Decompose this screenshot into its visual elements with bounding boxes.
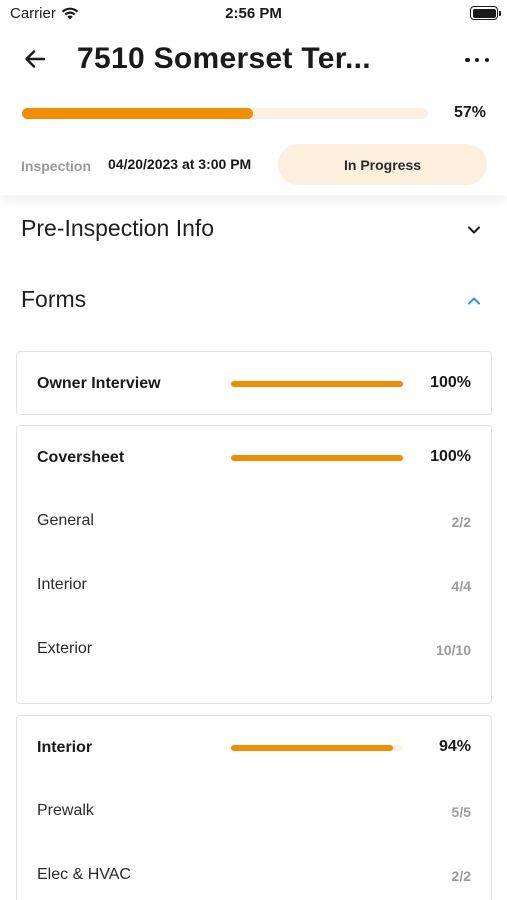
inspection-datetime: 04/20/2023 at 3:00 PM bbox=[108, 156, 252, 172]
status-badge[interactable]: In Progress bbox=[278, 144, 487, 185]
row-count: 2/2 bbox=[451, 514, 471, 530]
row-label: Exterior bbox=[37, 640, 93, 657]
chevron-up-icon bbox=[468, 297, 480, 305]
row-label: General bbox=[37, 512, 94, 529]
form-section-row-prewalk[interactable]: Prewalk 5/5 bbox=[17, 780, 491, 844]
form-title: Owner Interview bbox=[37, 375, 161, 392]
form-progress-bar bbox=[231, 381, 403, 387]
form-progress-percent: 100% bbox=[430, 374, 471, 391]
form-progress-percent: 94% bbox=[438, 738, 471, 755]
form-progress-percent: 100% bbox=[430, 448, 471, 465]
form-card-header[interactable]: Owner Interview 100% bbox=[17, 352, 491, 414]
forms-section-header[interactable]: Forms bbox=[0, 276, 507, 326]
form-card-interior: Interior 94% Prewalk 5/5 Elec & HVAC 2/2 bbox=[16, 715, 492, 900]
overall-progress-bar bbox=[22, 108, 428, 119]
form-progress-bar bbox=[231, 745, 403, 751]
clock: 2:56 PM bbox=[225, 5, 282, 22]
row-count: 2/2 bbox=[451, 868, 471, 884]
form-section-row-elec-hvac[interactable]: Elec & HVAC 2/2 bbox=[17, 844, 491, 900]
form-progress-fill bbox=[231, 745, 393, 751]
form-section-row-exterior[interactable]: Exterior 10/10 bbox=[17, 618, 491, 682]
form-card-coversheet: Coversheet 100% General 2/2 Interior 4/4… bbox=[16, 425, 492, 704]
form-progress-bar bbox=[231, 455, 403, 461]
page-title: 7510 Somerset Ter... bbox=[77, 42, 371, 75]
row-label: Interior bbox=[37, 576, 87, 593]
row-count: 10/10 bbox=[435, 642, 471, 658]
inspection-label: Inspection bbox=[21, 158, 92, 174]
form-card-header[interactable]: Interior 94% bbox=[17, 716, 491, 780]
row-label: Prewalk bbox=[37, 802, 94, 819]
status-bar: Carrier 2:56 PM bbox=[0, 0, 507, 28]
overall-progress-fill bbox=[22, 108, 254, 119]
form-progress-fill bbox=[231, 381, 403, 387]
arrow-left-icon bbox=[25, 50, 46, 68]
overall-progress-percent: 57% bbox=[453, 104, 486, 121]
row-count: 4/4 bbox=[451, 578, 471, 594]
form-progress-fill bbox=[231, 455, 403, 461]
section-title-forms: Forms bbox=[21, 286, 87, 312]
back-button[interactable] bbox=[20, 44, 50, 74]
row-label: Elec & HVAC bbox=[37, 866, 131, 883]
section-title-pre-inspection: Pre-Inspection Info bbox=[21, 215, 215, 241]
inspection-header: 7510 Somerset Ter... 57% Inspection 04/2… bbox=[0, 28, 507, 195]
form-card-header[interactable]: Coversheet 100% bbox=[17, 426, 491, 490]
form-title: Interior bbox=[37, 739, 93, 756]
form-card-owner-interview[interactable]: Owner Interview 100% bbox=[16, 351, 492, 415]
form-section-row-general[interactable]: General 2/2 bbox=[17, 490, 491, 554]
form-title: Coversheet bbox=[37, 449, 125, 466]
row-count: 5/5 bbox=[451, 804, 471, 820]
chevron-down-icon bbox=[468, 226, 480, 234]
more-horizontal-icon bbox=[465, 57, 470, 63]
battery-icon bbox=[470, 6, 501, 20]
more-options-button[interactable] bbox=[465, 50, 489, 70]
form-section-row-interior[interactable]: Interior 4/4 bbox=[17, 554, 491, 618]
pre-inspection-section-header[interactable]: Pre-Inspection Info bbox=[0, 205, 507, 255]
